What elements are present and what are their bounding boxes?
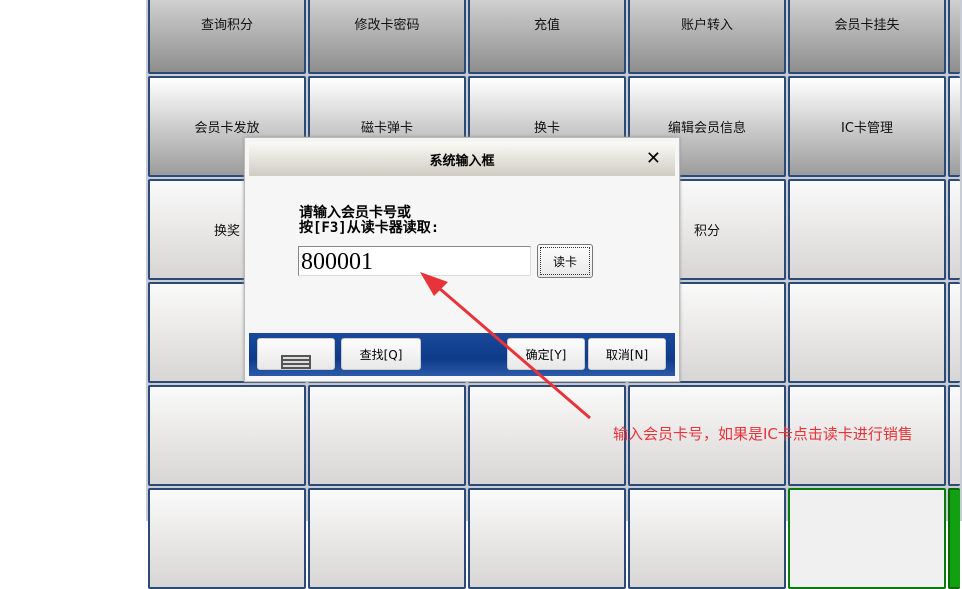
annotation-text: 输入会员卡号，如果是IC卡点击读卡进行销售	[613, 425, 913, 443]
